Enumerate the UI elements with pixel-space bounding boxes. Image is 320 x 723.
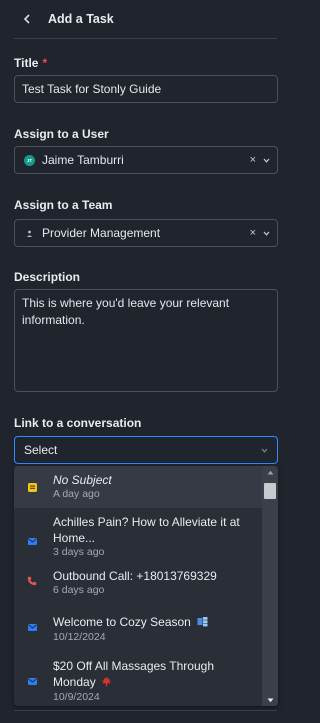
title-value: Test Task for Stonly Guide <box>22 82 162 96</box>
panel-header: Add a Task <box>14 0 277 39</box>
option-title: Welcome to Cozy Season <box>53 614 256 631</box>
phone-icon <box>27 576 37 586</box>
title-input[interactable]: Test Task for Stonly Guide <box>14 75 278 103</box>
scrollbar-thumb[interactable] <box>264 483 276 499</box>
conversation-select[interactable]: Select <box>14 436 278 464</box>
conversation-label: Link to a conversation <box>14 416 142 430</box>
list-item[interactable]: Welcome to Cozy Season 10/12/2024 <box>14 606 262 650</box>
chevron-down-icon[interactable] <box>262 229 270 237</box>
clear-team-icon[interactable]: × <box>250 227 256 239</box>
scroll-down-icon[interactable] <box>262 694 278 706</box>
clear-user-icon[interactable]: × <box>250 154 256 166</box>
list-item[interactable]: $20 Off All Massages Through Monday 10/9… <box>14 650 262 706</box>
assign-team-value: Provider Management <box>42 226 161 240</box>
option-date: 3 days ago <box>53 546 105 558</box>
conversation-placeholder: Select <box>24 443 58 457</box>
option-title-text: $20 Off All Massages Through Monday <box>53 659 214 689</box>
option-date: 10/9/2024 <box>53 691 100 703</box>
list-item[interactable]: Outbound Call: +18013769329 6 days ago <box>14 562 262 606</box>
chevron-down-icon[interactable] <box>260 446 268 454</box>
dropdown-scrollbar[interactable] <box>262 466 278 706</box>
option-date: A day ago <box>53 488 100 500</box>
assign-team-label: Assign to a Team <box>14 198 113 212</box>
assign-user-value: Jaime Tamburri <box>42 153 124 167</box>
page-title: Add a Task <box>48 12 114 26</box>
conversation-dropdown: No Subject A day ago Achilles Pain? How … <box>14 466 278 706</box>
email-icon <box>27 622 37 632</box>
note-icon <box>27 482 37 492</box>
chevron-left-icon[interactable] <box>20 12 34 26</box>
option-title: No Subject <box>53 473 112 487</box>
option-title-text: Welcome to Cozy Season <box>53 615 191 629</box>
option-title: Outbound Call: +18013769329 <box>53 569 217 583</box>
option-date: 6 days ago <box>53 584 105 596</box>
description-label: Description <box>14 270 81 284</box>
option-date: 10/12/2024 <box>53 631 106 643</box>
box-emoji-icon <box>197 615 208 631</box>
chevron-down-icon[interactable] <box>262 156 270 164</box>
assign-user-select[interactable]: JT Jaime Tamburri × <box>14 146 278 174</box>
email-icon <box>27 536 37 546</box>
scroll-up-icon[interactable] <box>262 466 278 478</box>
required-mark: * <box>42 56 48 70</box>
option-title: $20 Off All Massages Through Monday <box>53 658 256 691</box>
title-label: Title * <box>14 56 47 70</box>
title-label-text: Title <box>14 56 39 70</box>
assign-team-select[interactable]: Provider Management × <box>14 219 278 247</box>
description-textarea[interactable]: This is where you'd leave your relevant … <box>14 289 278 392</box>
avatar: JT <box>24 154 35 166</box>
list-item[interactable]: Achilles Pain? How to Alleviate it at Ho… <box>14 508 262 562</box>
team-icon <box>24 228 35 239</box>
option-title: Achilles Pain? How to Alleviate it at Ho… <box>53 515 240 545</box>
list-item[interactable]: No Subject A day ago <box>14 466 262 508</box>
maple-leaf-icon <box>101 675 112 691</box>
email-icon <box>27 676 37 686</box>
assign-user-label: Assign to a User <box>14 127 109 141</box>
divider <box>14 710 277 711</box>
